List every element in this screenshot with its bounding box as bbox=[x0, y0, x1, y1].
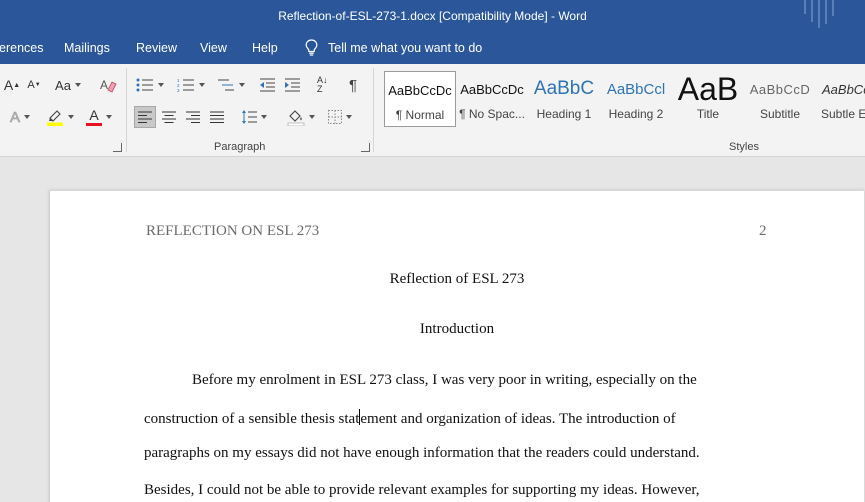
eraser-icon: A bbox=[100, 78, 117, 93]
bullet-list-icon bbox=[136, 78, 153, 92]
highlighter-icon bbox=[47, 110, 63, 126]
lightbulb-icon bbox=[305, 39, 318, 56]
line-spacing-icon bbox=[242, 110, 257, 124]
paragraph-line: Besides, I could not be able to provide … bbox=[144, 482, 700, 498]
document-title: Reflection of ESL 273 bbox=[389, 271, 525, 287]
group-separator bbox=[126, 68, 127, 152]
show-formatting-marks-button[interactable]: ¶ bbox=[342, 74, 364, 96]
text-effects-button[interactable]: A bbox=[4, 106, 36, 128]
ribbon: A ▲ A ▼ Aa A A A 1 2 3 A↓Z ¶ Paragraph A… bbox=[0, 64, 865, 157]
section-heading: Introduction bbox=[419, 321, 495, 337]
styles-group-label: Styles bbox=[729, 141, 759, 153]
document-area[interactable]: REFLECTION ON ESL 273 2 Reflection of ES… bbox=[0, 158, 865, 502]
svg-text:A: A bbox=[100, 78, 108, 92]
justify-icon bbox=[210, 111, 224, 123]
style-heading-2[interactable]: AaBbCcl Heading 2 bbox=[600, 71, 672, 127]
bullets-button[interactable] bbox=[134, 74, 166, 96]
tell-me-label: Tell me what you want to do bbox=[328, 40, 483, 55]
numbering-button[interactable]: 1 2 3 bbox=[174, 74, 208, 96]
paragraph-line: Before my enrolment in ESL 273 class, I … bbox=[192, 372, 697, 388]
align-left-button[interactable] bbox=[134, 106, 156, 128]
sort-button[interactable]: A↓Z bbox=[312, 74, 336, 96]
paragraph-dialog-launcher[interactable] bbox=[361, 143, 370, 152]
change-case-button[interactable]: Aa bbox=[50, 74, 86, 96]
style-subtitle[interactable]: AaBbCcD Subtitle bbox=[744, 71, 816, 127]
align-left-icon bbox=[138, 111, 152, 123]
align-right-icon bbox=[186, 111, 200, 123]
tab-review[interactable]: Review bbox=[136, 41, 177, 55]
decrease-indent-icon bbox=[259, 78, 275, 92]
style-heading-1[interactable]: AaBbC Heading 1 bbox=[528, 71, 600, 127]
style-normal[interactable]: AaBbCcDc ¶ Normal bbox=[384, 71, 456, 127]
clear-formatting-button[interactable]: A bbox=[96, 74, 120, 96]
borders-icon bbox=[328, 110, 342, 124]
decorative-pattern-icon bbox=[804, 0, 834, 28]
group-separator bbox=[373, 68, 374, 152]
paint-bucket-icon bbox=[287, 110, 305, 126]
running-head: REFLECTION ON ESL 273 bbox=[146, 223, 320, 239]
increase-indent-icon bbox=[284, 78, 300, 92]
tab-mailings[interactable]: Mailings bbox=[64, 41, 110, 55]
paragraph-line: construction of a sensible thesis statem… bbox=[144, 409, 676, 427]
font-color-button[interactable]: A bbox=[82, 106, 116, 128]
title-bar: Reflection-of-ESL-273-1.docx [Compatibil… bbox=[0, 0, 865, 34]
justify-button[interactable] bbox=[206, 106, 228, 128]
tab-references[interactable]: erences bbox=[0, 41, 43, 55]
paragraph-line: paragraphs on my essays did not have eno… bbox=[144, 445, 700, 461]
font-dialog-launcher[interactable] bbox=[113, 143, 122, 152]
paragraph-group-label: Paragraph bbox=[214, 141, 266, 153]
tab-view[interactable]: View bbox=[200, 41, 227, 55]
align-right-button[interactable] bbox=[182, 106, 204, 128]
highlight-color-button[interactable] bbox=[42, 106, 78, 128]
shrink-font-button[interactable]: A ▼ bbox=[24, 74, 44, 96]
style-title[interactable]: AaB Title bbox=[672, 71, 744, 127]
align-center-icon bbox=[162, 111, 176, 123]
tab-help[interactable]: Help bbox=[252, 41, 278, 55]
font-color-swatch bbox=[86, 123, 102, 126]
window-title: Reflection-of-ESL-273-1.docx [Compatibil… bbox=[278, 9, 587, 23]
increase-indent-button[interactable] bbox=[281, 74, 303, 96]
borders-button[interactable] bbox=[324, 106, 356, 128]
ribbon-tabs: erences Mailings Review View Help Tell m… bbox=[0, 34, 865, 64]
document-page[interactable]: REFLECTION ON ESL 273 2 Reflection of ES… bbox=[49, 190, 864, 502]
page-number: 2 bbox=[759, 223, 767, 239]
multilevel-list-icon bbox=[218, 79, 234, 91]
line-spacing-button[interactable] bbox=[238, 106, 270, 128]
numbered-list-icon: 1 2 3 bbox=[177, 78, 194, 92]
svg-text:3: 3 bbox=[177, 88, 180, 92]
decrease-indent-button[interactable] bbox=[256, 74, 278, 96]
multilevel-list-button[interactable] bbox=[214, 74, 248, 96]
style-no-spacing[interactable]: AaBbCcDc ¶ No Spac... bbox=[456, 71, 528, 127]
tell-me-box[interactable]: Tell me what you want to do bbox=[305, 39, 482, 56]
grow-font-button[interactable]: A ▲ bbox=[2, 74, 22, 96]
align-center-button[interactable] bbox=[158, 106, 180, 128]
shading-button[interactable] bbox=[284, 106, 318, 128]
style-subtle-emphasis[interactable]: AaBbCcI Subtle Em bbox=[816, 71, 865, 127]
